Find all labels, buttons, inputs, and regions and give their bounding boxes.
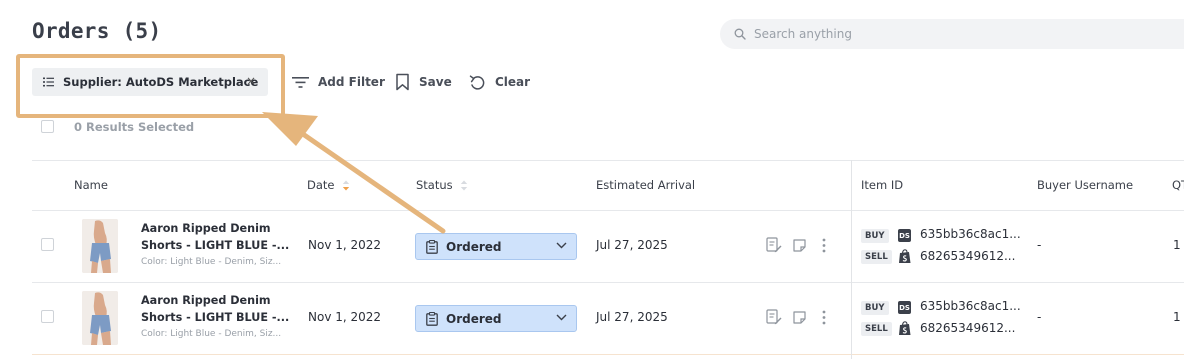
sticky-column-divider	[851, 160, 852, 359]
sort-icon[interactable]	[342, 180, 350, 191]
autods-badge: DS	[898, 301, 911, 314]
status-dropdown[interactable]: Ordered	[415, 233, 577, 260]
column-header-name[interactable]: Name	[74, 178, 108, 192]
edit-note-icon[interactable]	[766, 237, 782, 253]
chevron-down-icon	[556, 314, 567, 321]
buyer-username: -	[1037, 310, 1042, 324]
table-header-divider	[32, 210, 1184, 211]
shopify-icon	[898, 321, 911, 336]
product-name-line-1[interactable]: Aaron Ripped Denim	[141, 292, 271, 309]
page-title: Orders (5)	[32, 19, 162, 43]
product-name-line-2[interactable]: Shorts - LIGHT BLUE -...	[141, 237, 289, 254]
product-name-line-1[interactable]: Aaron Ripped Denim	[141, 220, 271, 237]
clear-button[interactable]: Clear	[468, 68, 530, 96]
status-label: Ordered	[446, 311, 502, 326]
product-name-line-2[interactable]: Shorts - LIGHT BLUE -...	[141, 309, 289, 326]
table-top-divider	[32, 160, 1184, 161]
search-input[interactable]	[754, 27, 1154, 41]
select-all-checkbox[interactable]	[41, 120, 54, 133]
row-checkbox[interactable]	[41, 310, 54, 323]
filter-chip-label: Supplier: AutoDS Marketplace	[63, 75, 259, 89]
sell-tag: SELL	[861, 322, 892, 336]
order-date: Nov 1, 2022	[308, 238, 382, 252]
status-dropdown[interactable]: Ordered	[415, 305, 577, 332]
buy-tag: BUY	[861, 229, 889, 243]
sell-tag: SELL	[861, 250, 892, 264]
undo-icon	[469, 74, 485, 90]
column-header-status[interactable]: Status	[416, 178, 468, 192]
clipboard-icon	[426, 311, 438, 326]
product-variant: Color: Light Blue - Denim, Siz...	[141, 257, 282, 267]
more-vertical-icon[interactable]	[822, 238, 826, 253]
buy-item-id[interactable]: 635bb36c8ac1...	[920, 299, 1021, 313]
clear-label: Clear	[495, 75, 531, 89]
bookmark-icon	[396, 73, 409, 91]
message-icon[interactable]	[793, 311, 806, 324]
buy-item-id[interactable]: 635bb36c8ac1...	[920, 227, 1021, 241]
filter-icon	[292, 76, 309, 88]
row-divider	[32, 354, 1184, 355]
search-icon	[734, 28, 746, 40]
more-vertical-icon[interactable]	[822, 310, 826, 325]
buy-tag: BUY	[861, 301, 889, 315]
row-divider	[32, 282, 1184, 283]
status-label: Ordered	[446, 239, 502, 254]
product-thumbnail[interactable]	[82, 219, 118, 273]
buyer-username: -	[1037, 238, 1042, 252]
sell-item-id[interactable]: 68265349612...	[920, 249, 1015, 263]
shopify-icon	[898, 249, 911, 264]
column-header-status-label: Status	[416, 178, 453, 192]
sell-item-id[interactable]: 68265349612...	[920, 321, 1015, 335]
product-thumbnail[interactable]	[82, 291, 118, 345]
active-filter-chip[interactable]: Supplier: AutoDS Marketplace ×	[32, 68, 268, 96]
search-bar[interactable]	[720, 19, 1184, 49]
message-icon[interactable]	[793, 239, 806, 252]
results-selected-label: 0 Results Selected	[74, 120, 195, 134]
column-header-estimated-arrival[interactable]: Estimated Arrival	[596, 178, 695, 192]
clipboard-icon	[426, 239, 438, 254]
row-checkbox[interactable]	[41, 238, 54, 251]
filter-chip-close-icon[interactable]: ×	[246, 74, 256, 88]
list-icon	[43, 77, 54, 87]
save-button[interactable]: Save	[395, 68, 452, 96]
edit-note-icon[interactable]	[766, 309, 782, 325]
column-header-date-label: Date	[307, 178, 335, 192]
column-header-date[interactable]: Date	[307, 178, 350, 192]
autods-badge: DS	[898, 229, 911, 242]
quantity: 1	[1173, 238, 1181, 252]
product-variant: Color: Light Blue - Denim, Siz...	[141, 329, 282, 339]
quantity: 1	[1173, 310, 1181, 324]
sort-icon[interactable]	[460, 180, 468, 191]
column-header-buyer-username[interactable]: Buyer Username	[1037, 178, 1133, 192]
estimated-arrival: Jul 27, 2025	[596, 238, 668, 252]
column-header-qty[interactable]: QT	[1172, 178, 1184, 192]
column-header-item-id[interactable]: Item ID	[861, 178, 903, 192]
estimated-arrival: Jul 27, 2025	[596, 310, 668, 324]
add-filter-button[interactable]: Add Filter	[292, 68, 385, 96]
chevron-down-icon	[556, 242, 567, 249]
save-label: Save	[419, 75, 452, 89]
order-date: Nov 1, 2022	[308, 310, 382, 324]
add-filter-label: Add Filter	[318, 75, 385, 89]
